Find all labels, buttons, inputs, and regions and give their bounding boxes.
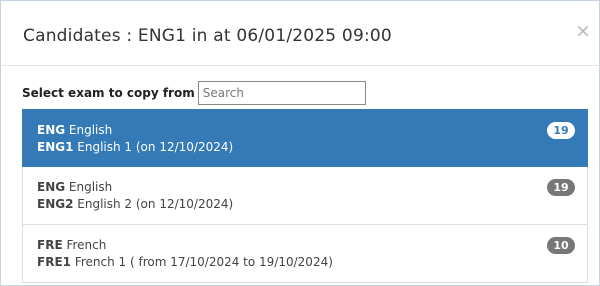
exam-description: English 2 (on 12/10/2024) (77, 197, 234, 211)
subject-code: ENG (37, 123, 66, 137)
exam-code: FRE1 (37, 255, 71, 269)
exam-list-item[interactable]: ENG English ENG2 English 2 (on 12/10/202… (22, 167, 588, 225)
subject-code: FRE (37, 238, 63, 252)
candidate-count-badge: 19 (547, 122, 575, 139)
close-button[interactable]: × (575, 21, 591, 41)
search-input[interactable] (197, 81, 366, 105)
exam-line: FRE1 French 1 ( from 17/10/2024 to 19/10… (37, 254, 573, 271)
candidate-count-badge: 10 (547, 237, 575, 254)
subject-line: ENG English (37, 122, 573, 139)
subject-name: English (68, 123, 113, 137)
modal-dialog: Candidates : ENG1 in at 06/01/2025 09:00… (0, 0, 600, 286)
search-label: Select exam to copy from (22, 86, 195, 100)
subject-line: ENG English (37, 179, 573, 196)
subject-code: ENG (37, 180, 66, 194)
exam-code: ENG1 (37, 140, 74, 154)
exam-list: ENG English ENG1 English 1 (on 12/10/202… (22, 109, 588, 283)
subject-name: English (68, 180, 113, 194)
exam-description: French 1 ( from 17/10/2024 to 19/10/2024… (74, 255, 333, 269)
candidate-count-badge: 19 (547, 179, 575, 196)
exam-line: ENG2 English 2 (on 12/10/2024) (37, 196, 573, 213)
subject-line: FRE French (37, 237, 573, 254)
modal-header: Candidates : ENG1 in at 06/01/2025 09:00… (2, 2, 600, 66)
subject-name: French (66, 238, 107, 252)
exam-code: ENG2 (37, 197, 74, 211)
exam-line: ENG1 English 1 (on 12/10/2024) (37, 139, 573, 156)
exam-list-item[interactable]: ENG English ENG1 English 1 (on 12/10/202… (22, 109, 588, 167)
exam-list-item[interactable]: FRE French FRE1 French 1 ( from 17/10/20… (22, 225, 588, 283)
modal-title: Candidates : ENG1 in at 06/01/2025 09:00 (23, 26, 392, 46)
exam-description: English 1 (on 12/10/2024) (77, 140, 234, 154)
search-row: Select exam to copy from (22, 81, 366, 105)
